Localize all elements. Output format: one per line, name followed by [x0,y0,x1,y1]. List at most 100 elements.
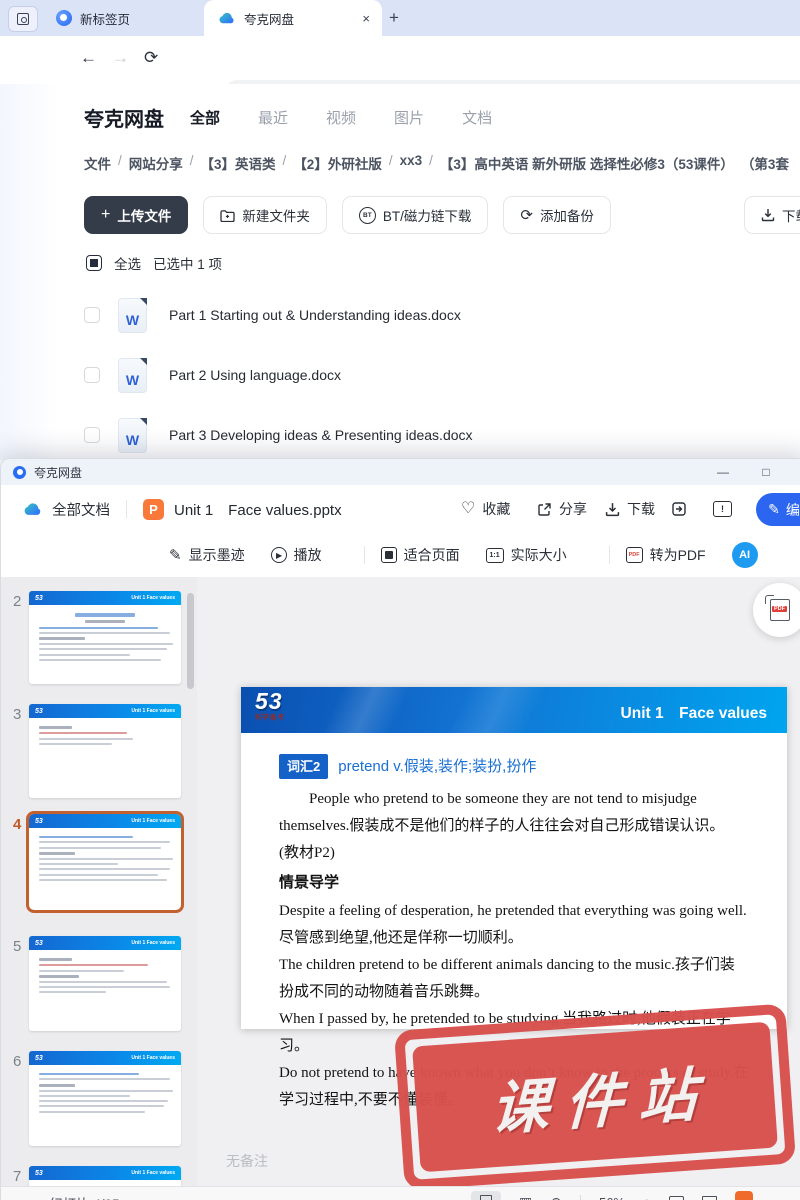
forward-icon[interactable]: → [112,48,129,68]
file-row[interactable]: W Part 2 Using language.docx [0,346,800,404]
slide-header: 53 科学备考 Unit 1 Face values [241,687,787,733]
breadcrumb-item[interactable]: 文件 [84,153,111,173]
tab-doc[interactable]: 文档 [462,107,492,128]
breadcrumb-item[interactable]: 【2】外研社版 [293,153,382,173]
slide-sentence: Despite a feeling of desperation, he pre… [279,903,747,946]
vocab-badge: 词汇2 [279,753,329,780]
close-tab-icon[interactable]: × [362,11,370,26]
zoom-in-icon[interactable]: + [643,1195,651,1200]
actual-size-button[interactable]: 1:1 实际大小 [485,545,567,565]
show-ink-button[interactable]: ✎ 显示墨迹 [169,545,245,565]
file-checkbox[interactable] [84,427,100,443]
thumbnail-slide-4-selected[interactable]: 4 53 Unit 1 Face values [1,811,197,914]
download-button[interactable]: 下载 [605,485,655,533]
window-title: 夸克网盘 [34,465,83,480]
upload-button[interactable]: + 上传文件 [84,196,189,234]
maximize-button[interactable]: □ [749,459,783,485]
thumbnail-slide-3[interactable]: 3 53 Unit 1 Face values [1,704,197,798]
reload-icon[interactable]: ⟳ [144,48,158,68]
favorite-button[interactable]: ♡ 收藏 [461,485,510,533]
download-button[interactable]: 下载 [744,196,800,234]
slide-preview: 53 科学备考 Unit 1 Face values 词汇2 pretend v… [241,687,787,1108]
tab-all[interactable]: 全部 [190,107,220,128]
stamp-text: 课件站 [489,1061,714,1143]
screen: 新标签页 夸克网盘 × + ← → ⟳ 夸克网盘 全部 最近 视频 图片 文档 … [0,0,800,1200]
save-to-drive-button[interactable] [671,485,687,533]
page-title: 夸克网盘 [84,109,164,131]
open-file-name: Unit 1 Face values.pptx [174,501,342,519]
viewer-status-bar: 幻灯片 4/25 ▦ ⊕ 56% + [1,1186,800,1200]
browser-logo-icon [56,10,72,26]
new-tab-button[interactable]: + [382,6,406,30]
back-icon[interactable]: ← [80,48,97,68]
ai-assistant-button[interactable]: AI [731,542,758,568]
breadcrumb-item[interactable]: 网站分享 [129,153,183,173]
divider [363,546,365,564]
all-docs-button[interactable]: 全部文档 [52,499,110,520]
thumbnail-slide-6[interactable]: 6 53 Unit 1 Face values [1,1051,197,1146]
play-button[interactable]: ▶ 播放 [270,545,322,565]
tab-video[interactable]: 视频 [326,107,356,128]
thumbnail-number: 5 [13,938,22,955]
close-button[interactable]: × [791,459,800,485]
thumbnail-slide-2[interactable]: 2 53 Unit 1 Face values [1,591,197,684]
divider [126,500,127,518]
fit-page-icon [380,547,397,563]
single-page-view-button[interactable] [471,1191,501,1200]
thumbnail-slide-7[interactable]: 7 53 Unit 1 Face values [1,1166,197,1186]
file-name[interactable]: Part 3 Developing ideas & Presenting ide… [169,427,473,443]
tab-image[interactable]: 图片 [394,107,424,128]
tab-label: 新标签页 [80,12,131,27]
fit-width-icon[interactable] [668,1195,684,1200]
share-icon [537,502,552,517]
bt-magnet-download-button[interactable]: BT BT/磁力链下载 [341,196,489,234]
thumbnail-scrollbar[interactable] [187,593,194,689]
file-checkbox[interactable] [84,367,100,383]
edit-button[interactable]: ✎ 编辑 [756,493,800,526]
action-buttons: + 上传文件 新建文件夹 BT BT/磁力链下载 ⟳ 添加备份 [84,196,611,234]
file-row[interactable]: W Part 3 Developing ideas & Presenting i… [0,406,800,460]
file-checkbox[interactable] [84,307,100,323]
new-folder-button[interactable]: 新建文件夹 [203,196,327,234]
pdf-quick-convert-button[interactable]: PDF [753,583,800,637]
breadcrumb-item[interactable]: （第3套 [741,153,789,173]
thumbnail-slide-5[interactable]: 5 53 Unit 1 Face values [1,936,197,1031]
actual-size-icon: 1:1 [485,547,504,563]
zoom-level: 56% [599,1195,625,1200]
add-backup-button[interactable]: ⟳ 添加备份 [503,196,611,234]
tab-new-page[interactable]: 新标签页 [44,0,206,36]
tab-quark-drive[interactable]: 夸克网盘 × [204,0,382,36]
slide-sentence: The children pretend to be different ani… [279,957,735,1000]
share-button[interactable]: 分享 [537,485,587,533]
selected-count: 已选中 1 项 [153,257,223,272]
highlight-tool-button[interactable] [734,1191,753,1200]
breadcrumb-item[interactable]: 【3】英语类 [201,153,276,173]
file-name[interactable]: Part 2 Using language.docx [169,367,341,383]
play-icon: ▶ [270,547,287,563]
tab-label: 夸克网盘 [244,12,295,27]
translate-icon[interactable]: ⊕ [550,1194,562,1200]
to-pdf-button[interactable]: PDF 转为PDF [625,545,706,565]
slide-page-info: 幻灯片 4/25 [49,1193,120,1200]
minimize-button[interactable]: — [706,459,740,485]
heart-icon: ♡ [461,500,476,517]
fullscreen-icon[interactable] [701,1195,717,1200]
grid-view-icon[interactable]: ▦ [519,1194,532,1200]
window-title-bar[interactable]: 夸克网盘 — □ × [1,459,800,485]
view-toolbar: ✎ 显示墨迹 ▶ 播放 适合页面 1:1 实际大小 PDF 转为PDF AI [1,533,800,578]
breadcrumb-item[interactable]: 【3】高中英语 新外研版 选择性必修3（53课件） [440,153,734,173]
quark-cloud-icon [24,503,41,515]
quark-cloud-icon [219,12,234,24]
select-all-checkbox[interactable] [86,255,102,271]
feedback-button[interactable]: ! [713,485,732,533]
viewer-window: 夸克网盘 — □ × 全部文档 P Unit 1 Face values.ppt… [0,458,800,1200]
tab-recent[interactable]: 最近 [258,107,288,128]
fit-page-button[interactable]: 适合页面 [380,545,460,565]
select-all-label[interactable]: 全选 [114,253,141,273]
filter-tabs: 全部 最近 视频 图片 文档 [190,107,492,128]
breadcrumb-item[interactable]: xx3 [400,153,423,173]
file-row[interactable]: W Part 1 Starting out & Understanding id… [0,286,800,344]
tab-search-button[interactable] [8,6,38,32]
browser-nav-bar: ← → ⟳ [0,36,800,112]
file-name[interactable]: Part 1 Starting out & Understanding idea… [169,307,461,323]
